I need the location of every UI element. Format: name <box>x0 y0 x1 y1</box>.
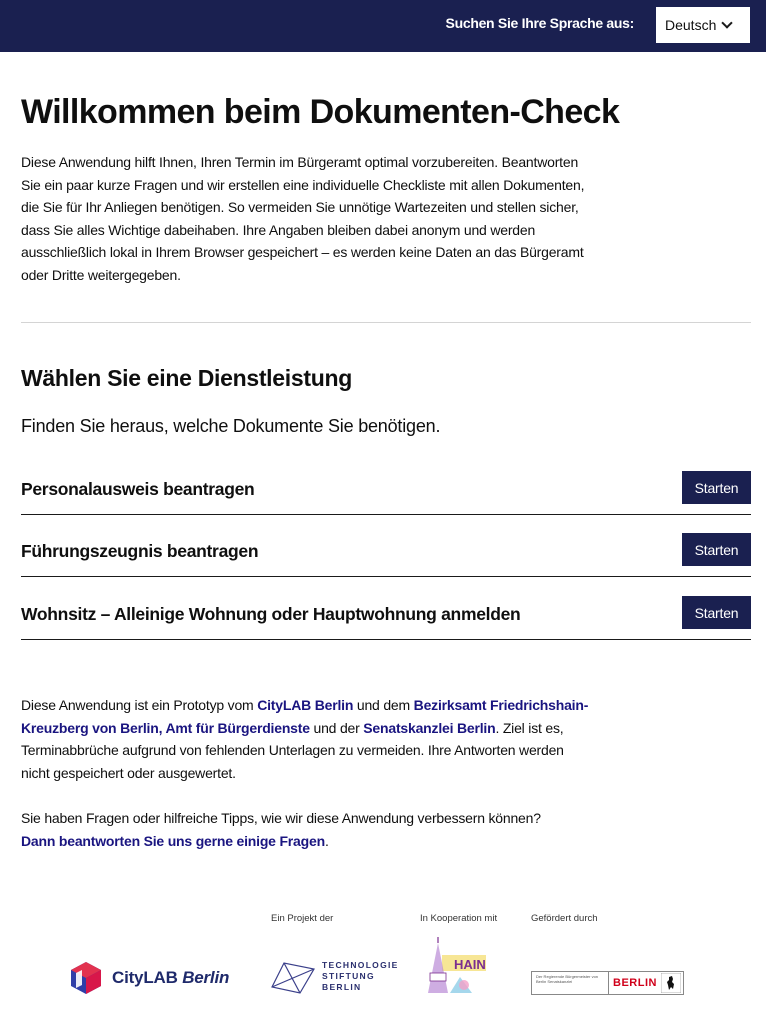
chevron-down-icon <box>721 17 733 29</box>
start-button-fuehrungszeugnis[interactable]: Starten <box>682 533 751 566</box>
caption-project: Ein Projekt der <box>271 913 334 924</box>
start-button-personalausweis[interactable]: Starten <box>682 471 751 504</box>
berlin-logo-word: BERLIN <box>613 977 657 989</box>
technologiestiftung-mark-icon <box>271 962 315 994</box>
about-text-part: und dem <box>353 697 414 713</box>
berlin-logo-wordmark: BERLIN <box>609 972 683 994</box>
start-button-wohnsitz[interactable]: Starten <box>682 596 751 629</box>
services-subtitle: Finden Sie heraus, welche Dokumente Sie … <box>21 416 441 436</box>
citylab-logo-text: CityLAB Berlin <box>112 968 229 988</box>
berlin-senatskanzlei-logo[interactable]: Der Regierende Bürgermeister von Berlin … <box>531 971 684 995</box>
about-text-part: Diese Anwendung ist ein Prototyp vom <box>21 697 258 713</box>
service-row-personalausweis: Personalausweis beantragen Starten <box>21 471 751 515</box>
tsb-line-1: TECHNOLOGIE <box>322 959 399 970</box>
citylab-logo-word: CityLAB <box>112 968 178 987</box>
service-label: Führungszeugnis beantragen <box>21 541 259 561</box>
tsb-line-3: BERLIN <box>322 981 362 992</box>
language-label: Suchen Sie Ihre Sprache aus: <box>445 15 635 31</box>
language-select[interactable]: Deutsch <box>656 7 750 43</box>
service-row-fuehrungszeugnis: Führungszeugnis beantragen Starten <box>21 533 751 577</box>
service-label: Wohnsitz – Alleinige Wohnung oder Hauptw… <box>21 604 521 624</box>
technologiestiftung-logo[interactable]: TECHNOLOGIE STIFTUNG BERLIN <box>270 955 399 997</box>
tsb-line-2: STIFTUNG <box>322 970 375 981</box>
about-text-part: und der <box>309 719 364 736</box>
feedback-survey-link[interactable]: Dann beantworten Sie uns gerne einige Fr… <box>21 833 325 849</box>
language-selected-value: Deutsch <box>665 17 717 33</box>
citylab-logo-word-berlin: Berlin <box>182 968 230 987</box>
service-row-wohnsitz: Wohnsitz – Alleinige Wohnung oder Hauptw… <box>21 596 751 640</box>
svg-text:HAIN: HAIN <box>454 957 486 972</box>
feedback-question: Sie haben Fragen oder hilfreiche Tipps, … <box>21 810 541 826</box>
citylab-logo[interactable]: CityLAB Berlin <box>70 961 229 995</box>
top-bar: Suchen Sie Ihre Sprache aus: Deutsch <box>0 0 766 52</box>
service-label: Personalausweis beantragen <box>21 479 255 499</box>
page-title: Willkommen beim Dokumenten-Check <box>21 93 620 131</box>
section-divider <box>21 322 751 323</box>
services-heading: Wählen Sie eine Dienstleistung <box>21 365 352 391</box>
berlin-logo-small-text: Der Regierende Bürgermeister von Berlin … <box>532 972 609 994</box>
hain-logo-icon[interactable]: HAIN <box>420 937 490 995</box>
feedback-text: Sie haben Fragen oder hilfreiche Tipps, … <box>21 807 596 852</box>
caption-cooperation: In Kooperation mit <box>420 913 498 924</box>
about-text: Diese Anwendung ist ein Prototyp vom Cit… <box>21 694 596 784</box>
citylab-link[interactable]: CityLAB Berlin <box>257 697 353 713</box>
senatskanzlei-link[interactable]: Senatskanzlei Berlin <box>363 720 495 736</box>
feedback-suffix: . <box>324 832 329 849</box>
intro-text: Diese Anwendung hilft Ihnen, Ihren Termi… <box>21 154 585 283</box>
berlin-bear-icon <box>660 973 681 993</box>
citylab-hexagon-icon <box>71 962 101 994</box>
technologiestiftung-logo-text: TECHNOLOGIE STIFTUNG BERLIN <box>322 960 399 993</box>
caption-funded: Gefördert durch <box>531 913 598 924</box>
